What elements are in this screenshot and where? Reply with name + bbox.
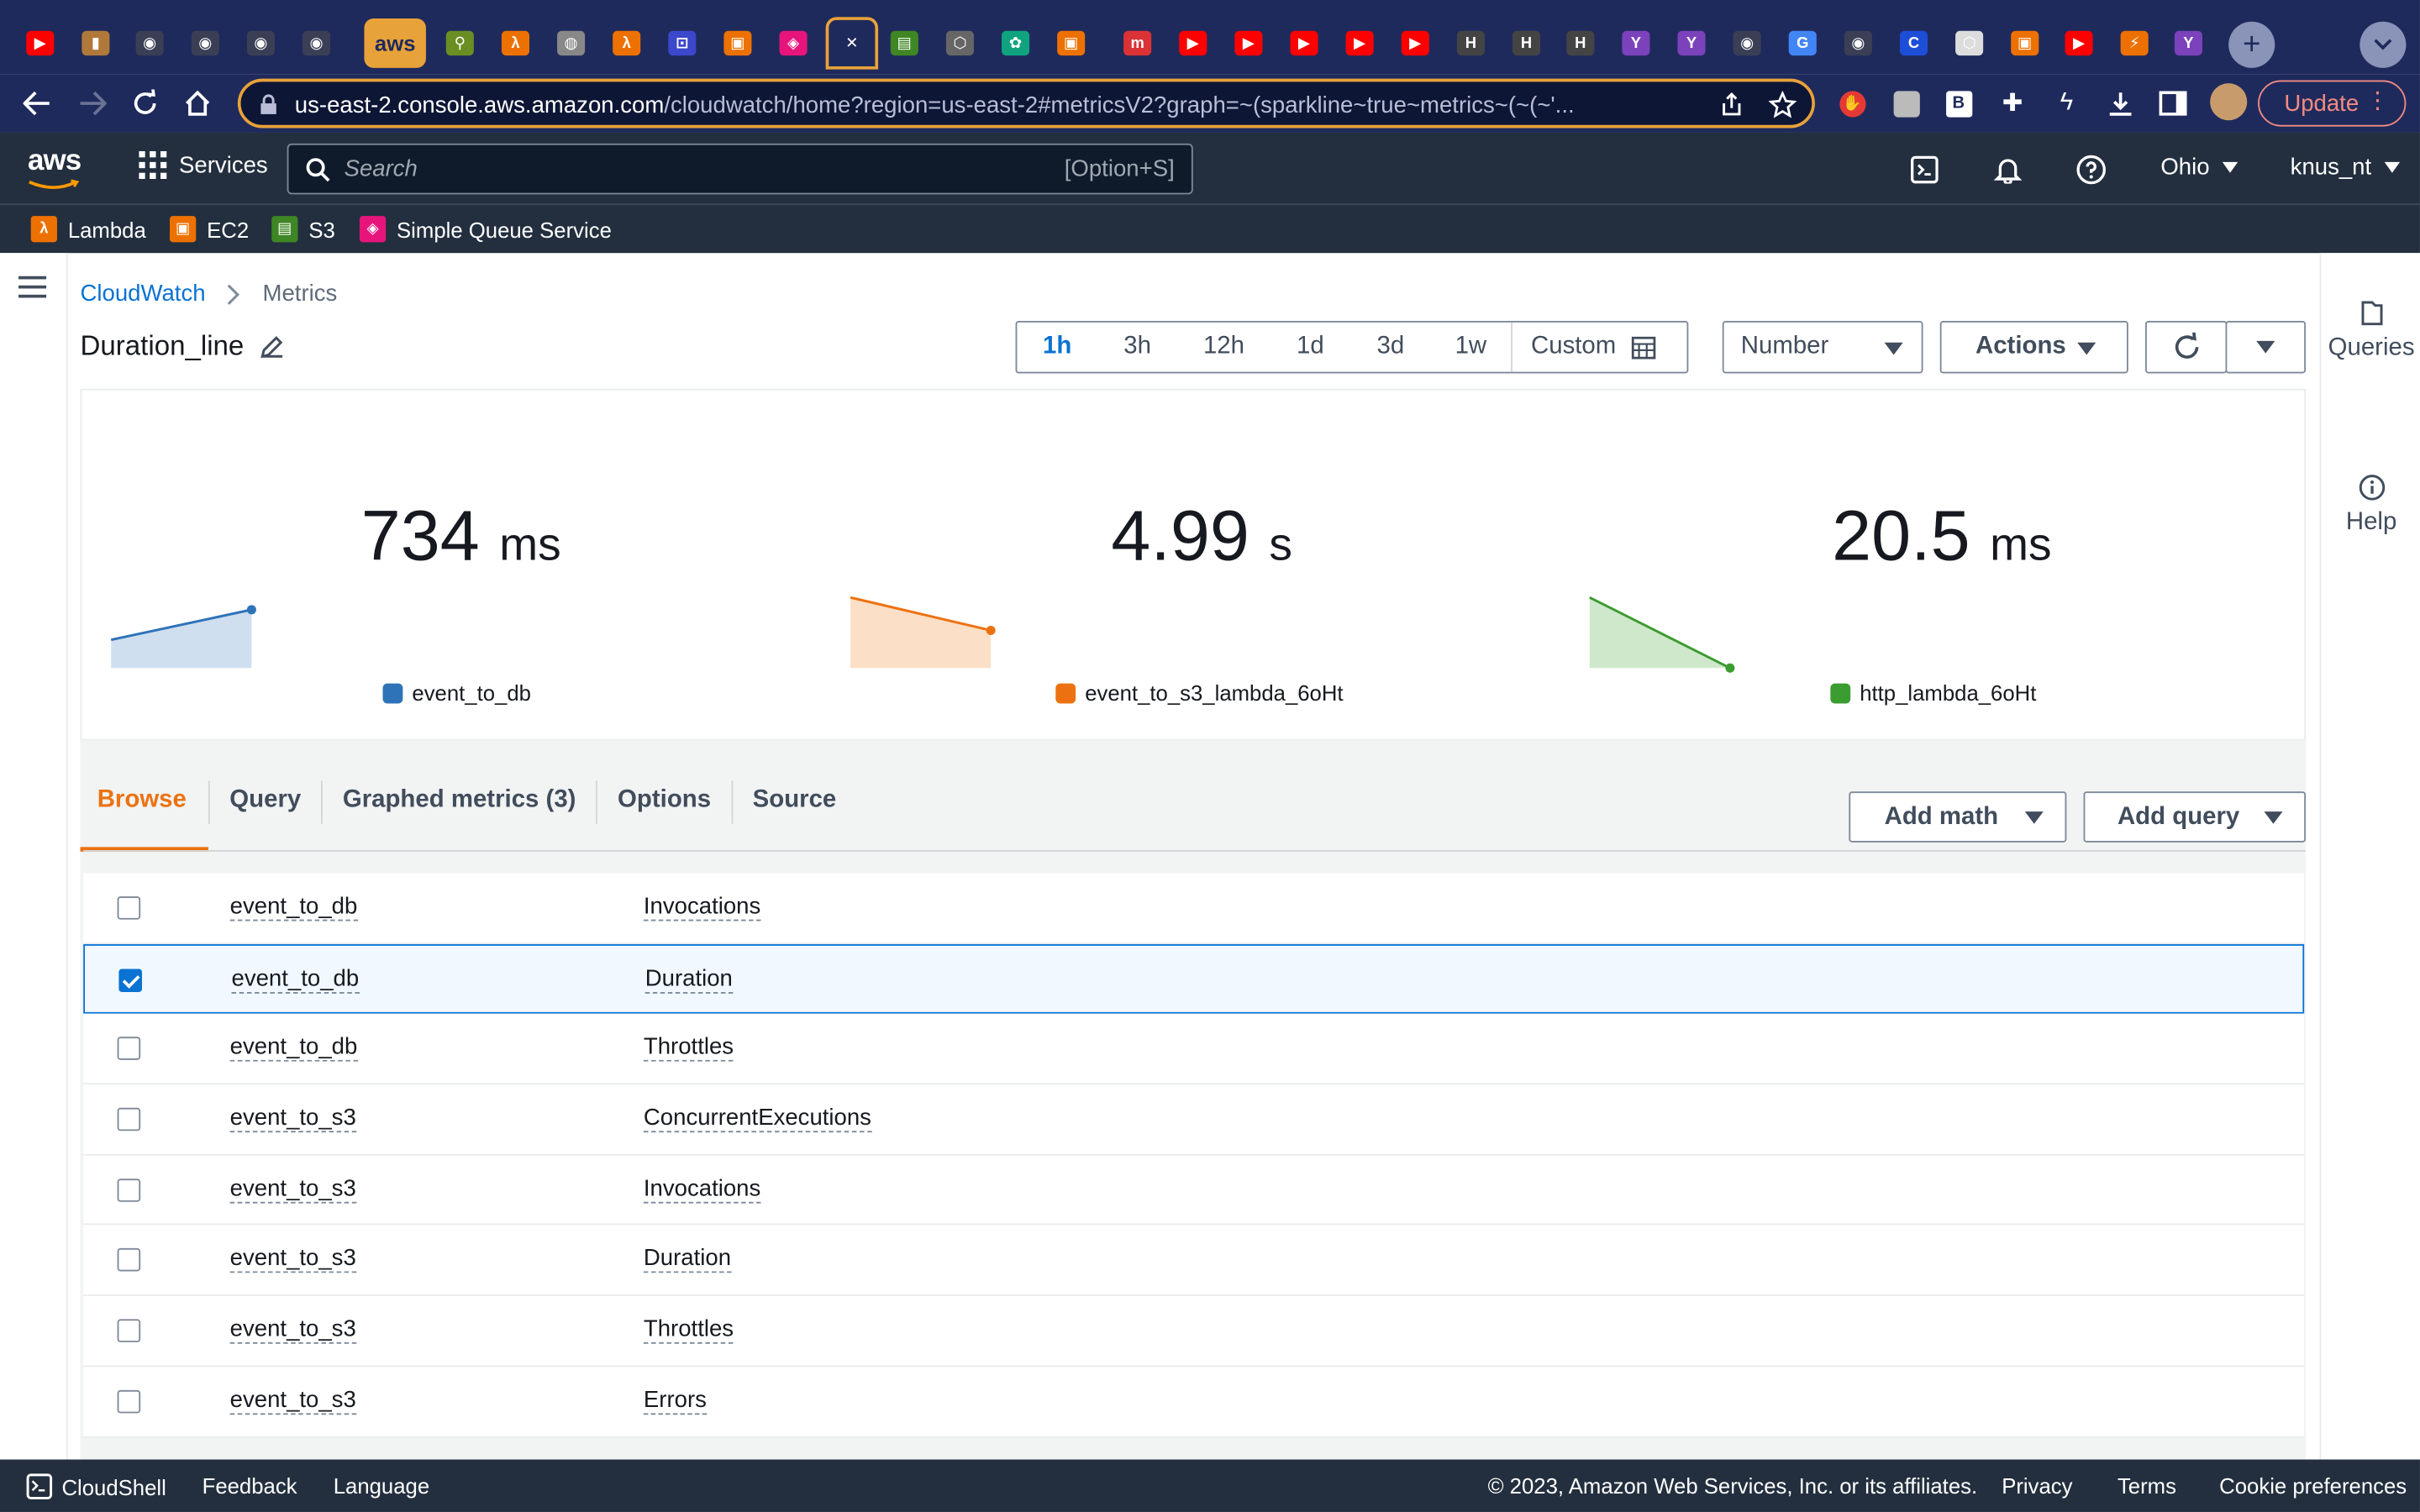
metric-name-cell[interactable]: ConcurrentExecutions	[643, 1105, 871, 1133]
row-checkbox[interactable]	[117, 1107, 141, 1131]
cloudshell-footer-button[interactable]: CloudShell	[26, 1473, 166, 1499]
sparkline-value: 20.5 ms	[1832, 495, 2052, 576]
language-link[interactable]: Language	[334, 1473, 429, 1498]
function-name-cell[interactable]: event_to_s3	[229, 1105, 356, 1133]
function-name-cell[interactable]: event_to_db	[229, 1034, 358, 1063]
legend-item[interactable]: event_to_s3_lambda_6oHt	[1055, 680, 1344, 705]
tab-options[interactable]: Options	[597, 769, 731, 852]
sparkline-area	[850, 597, 992, 669]
table-row[interactable]: event_to_db Duration	[83, 943, 2305, 1015]
legend-swatch	[1830, 682, 1851, 703]
tab-query[interactable]: Query	[209, 769, 321, 852]
row-checkbox[interactable]	[118, 968, 142, 992]
legend-item[interactable]: http_lambda_6oHt	[1830, 680, 2036, 705]
sparkline-point	[986, 625, 996, 635]
tab-source[interactable]: Source	[733, 769, 856, 852]
metric-name-cell[interactable]: Throttles	[643, 1316, 734, 1344]
sparkline-point	[1725, 663, 1735, 673]
add-query-button[interactable]: Add query	[2083, 791, 2307, 843]
function-name-cell[interactable]: event_to_db	[229, 893, 358, 921]
sparklines-svg	[110, 596, 1735, 673]
caret-down-icon	[2024, 811, 2044, 824]
function-name-cell[interactable]: event_to_s3	[229, 1387, 356, 1415]
metric-name-cell[interactable]: Throttles	[643, 1034, 734, 1063]
metrics-table: event_to_db Invocations event_to_db Duratio…	[83, 873, 2305, 1437]
function-name-cell[interactable]: event_to_s3	[229, 1175, 356, 1204]
row-checkbox[interactable]	[117, 1248, 141, 1273]
table-row[interactable]: event_to_s3 ConcurrentExecutions	[83, 1084, 2305, 1156]
add-math-button[interactable]: Add math	[1849, 791, 2067, 843]
terminal-icon	[26, 1473, 53, 1499]
table-row[interactable]: event_to_s3 Throttles	[83, 1296, 2305, 1367]
sparkline-value: 4.99 s	[1111, 495, 1292, 576]
console-footer: CloudShell Feedback Language © 2023, Ama…	[0, 1459, 2420, 1512]
function-name-cell[interactable]: event_to_s3	[229, 1246, 356, 1274]
metric-name-cell[interactable]: Invocations	[643, 893, 761, 921]
sparkline-point	[246, 605, 256, 615]
caret-down-icon	[2264, 811, 2283, 824]
row-checkbox[interactable]	[117, 1319, 141, 1343]
legend-item[interactable]: event_to_db	[382, 680, 531, 705]
row-checkbox[interactable]	[117, 1178, 141, 1202]
sparkline-area	[111, 609, 252, 669]
tab-browse[interactable]: Browse	[80, 769, 208, 852]
cookie-preferences-link[interactable]: Cookie preferences	[2219, 1473, 2407, 1498]
metric-name-cell[interactable]: Duration	[644, 965, 733, 994]
legend-swatch	[1055, 682, 1076, 703]
terms-link[interactable]: Terms	[2118, 1473, 2176, 1498]
legend-swatch	[382, 682, 403, 703]
sparkline-value: 734 ms	[360, 495, 561, 576]
privacy-link[interactable]: Privacy	[2002, 1473, 2072, 1498]
table-row[interactable]: event_to_s3 Errors	[83, 1366, 2305, 1437]
table-row[interactable]: event_to_s3 Duration	[83, 1226, 2305, 1297]
table-row[interactable]: event_to_db Throttles	[83, 1014, 2305, 1085]
table-row[interactable]: event_to_db Invocations	[83, 873, 2305, 944]
table-row[interactable]: event_to_s3 Invocations	[83, 1155, 2305, 1226]
tab-graphed[interactable]: Graphed metrics (3)	[323, 769, 596, 852]
metric-name-cell[interactable]: Invocations	[643, 1175, 761, 1204]
copyright-text: © 2023, Amazon Web Services, Inc. or its…	[1487, 1473, 1978, 1499]
tabs-divider	[83, 850, 2307, 852]
function-name-cell[interactable]: event_to_db	[231, 965, 360, 994]
metric-name-cell[interactable]: Errors	[643, 1387, 707, 1415]
metric-name-cell[interactable]: Duration	[643, 1246, 732, 1274]
feedback-link[interactable]: Feedback	[203, 1473, 297, 1498]
row-checkbox[interactable]	[117, 1389, 141, 1414]
metrics-tabs: Browse Query Graphed metrics (3) Options Sou…	[80, 769, 857, 852]
row-checkbox[interactable]	[117, 896, 141, 920]
row-checkbox[interactable]	[117, 1037, 141, 1061]
function-name-cell[interactable]: event_to_s3	[229, 1316, 356, 1344]
